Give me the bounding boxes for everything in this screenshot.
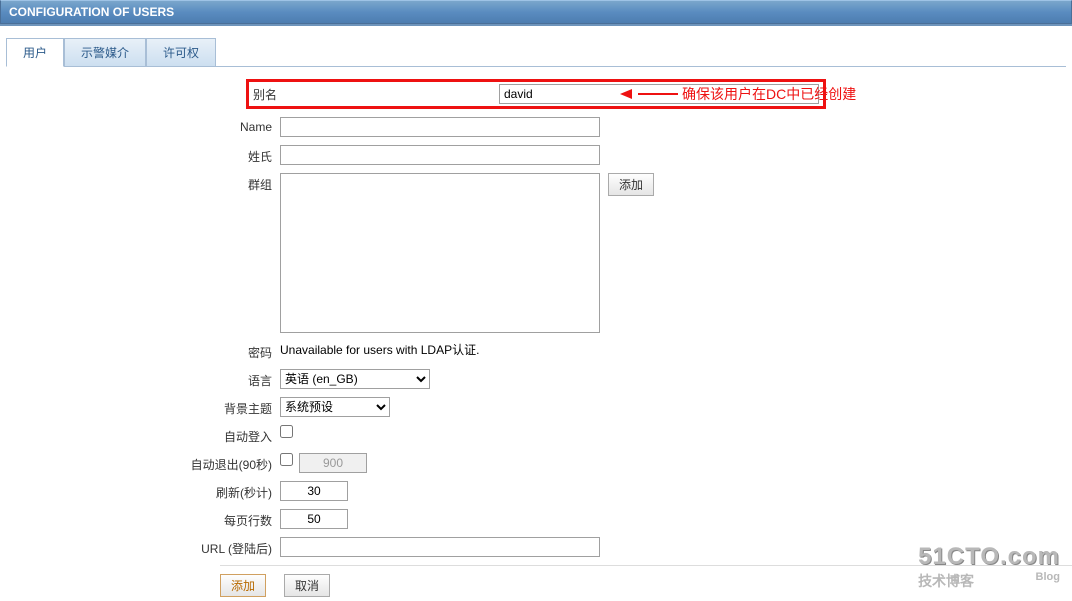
page-title: CONFIGURATION OF USERS [9,5,174,19]
row-url: URL (登陆后) [0,537,1072,557]
cancel-button[interactable]: 取消 [284,574,330,597]
tab-user[interactable]: 用户 [6,38,64,67]
tabs: 用户 示警媒介 许可权 [0,32,1072,66]
row-alias: 别名 [0,79,1072,109]
surname-label: 姓氏 [0,145,280,165]
groups-label: 群组 [0,173,280,193]
title-bar: CONFIGURATION OF USERS [0,0,1072,24]
watermark-line2: 技术博客 Blog [918,571,1060,591]
tab-permissions[interactable]: 许可权 [146,38,216,67]
form: 别名 Name 姓氏 群组 添加 密码 Unavailable for user… [0,67,1072,597]
url-input[interactable] [280,537,600,557]
row-groups: 群组 添加 [0,173,1072,333]
refresh-input[interactable] [280,481,348,501]
watermark: 51CTO.com 技术博客 Blog [918,543,1060,591]
row-password: 密码 Unavailable for users with LDAP认证. [0,341,1072,361]
alias-label: 别名 [253,86,499,103]
name-input[interactable] [280,117,600,137]
arrow-line [638,93,678,95]
theme-select[interactable]: 系统预设 [280,397,390,417]
annotation-text: 确保该用户在DC中已经创建 [682,84,856,104]
row-surname: 姓氏 [0,145,1072,165]
autologout-label: 自动退出(90秒) [0,453,280,473]
annotation: 确保该用户在DC中已经创建 [620,84,856,104]
spacer [0,93,246,96]
arrow-icon [620,89,632,99]
name-label: Name [0,117,280,134]
language-select[interactable]: 英语 (en_GB) [280,369,430,389]
row-refresh: 刷新(秒计) [0,481,1072,501]
add-button[interactable]: 添加 [220,574,266,597]
theme-label: 背景主题 [0,397,280,417]
rows-label: 每页行数 [0,509,280,529]
autologout-input [299,453,367,473]
refresh-label: 刷新(秒计) [0,481,280,501]
groups-textarea[interactable] [280,173,600,333]
tab-media[interactable]: 示警媒介 [64,38,146,67]
row-name: Name [0,117,1072,137]
password-text: Unavailable for users with LDAP认证. [280,341,479,358]
language-label: 语言 [0,369,280,389]
row-theme: 背景主题 系统预设 [0,397,1072,417]
autologin-label: 自动登入 [0,425,280,445]
watermark-line1: 51CTO.com [918,543,1060,571]
password-label: 密码 [0,341,280,361]
autologin-checkbox[interactable] [280,425,293,438]
add-group-button[interactable]: 添加 [608,173,654,196]
row-language: 语言 英语 (en_GB) [0,369,1072,389]
row-autologout: 自动退出(90秒) [0,453,1072,473]
row-autologin: 自动登入 [0,425,1072,445]
rows-input[interactable] [280,509,348,529]
row-rows: 每页行数 [0,509,1072,529]
title-divider [0,24,1072,26]
autologout-checkbox[interactable] [280,453,293,466]
url-label: URL (登陆后) [0,537,280,557]
surname-input[interactable] [280,145,600,165]
